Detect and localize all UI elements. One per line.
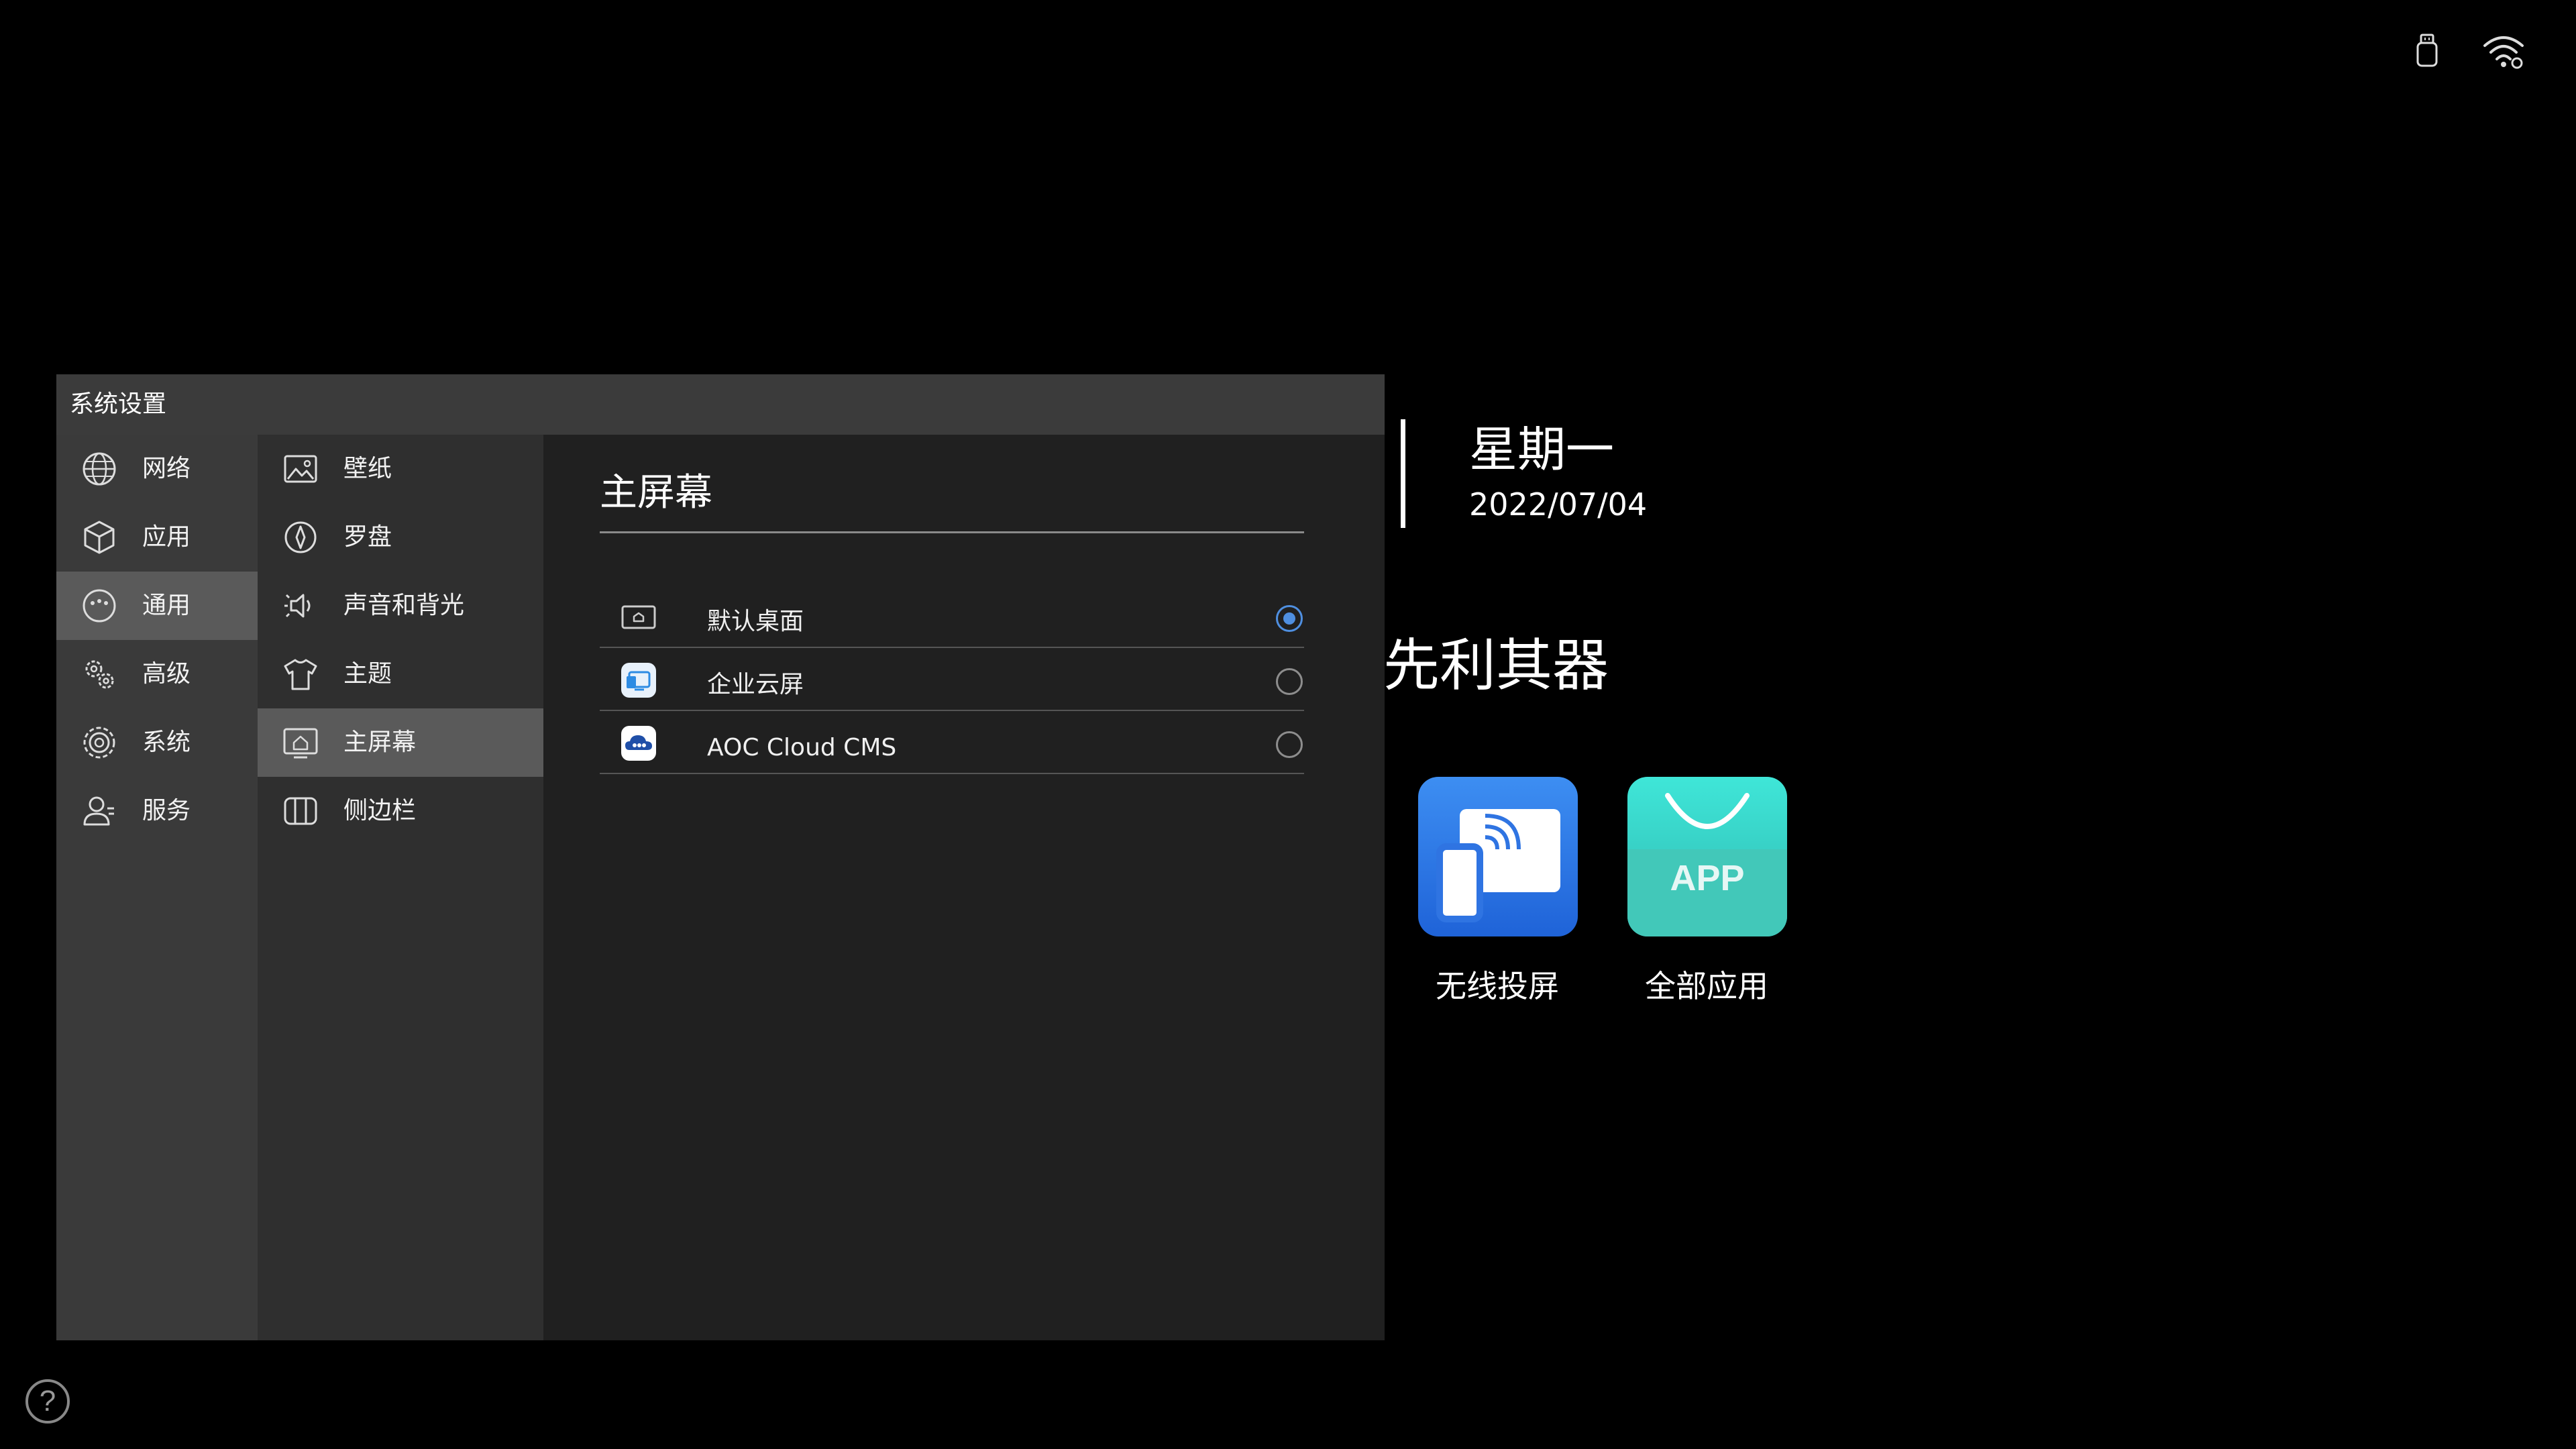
option-label: 企业云屏 (707, 671, 804, 698)
category-system[interactable]: 系统 (56, 708, 258, 777)
category-label: 网络 (142, 455, 191, 482)
category-list: 网络 应用 通用 高级 系统 服务 (56, 435, 258, 1340)
radio-aoc-cloud-cms[interactable] (1276, 731, 1303, 758)
user-icon (83, 796, 114, 826)
section-title: 主屏幕 (600, 471, 712, 515)
help-button[interactable]: ? (25, 1379, 70, 1424)
usb-icon (2415, 34, 2439, 71)
option-label: AOC Cloud CMS (707, 734, 897, 761)
app-store-icon (1627, 793, 1787, 936)
subcategory-home-screen[interactable]: 主屏幕 (258, 708, 543, 777)
category-service[interactable]: 服务 (56, 777, 258, 845)
category-label: 高级 (142, 660, 191, 688)
wifi-icon[interactable] (2482, 32, 2525, 72)
category-label: 应用 (142, 523, 191, 551)
section-divider (600, 531, 1304, 533)
option-enterprise-cloud-screen[interactable]: 企业云屏 (600, 648, 1304, 711)
weekday-text: 星期一 (1469, 421, 1615, 478)
category-advanced[interactable]: 高级 (56, 640, 258, 708)
wallpaper-icon (284, 455, 317, 483)
radio-enterprise-cloud-screen[interactable] (1276, 668, 1303, 695)
category-general[interactable]: 通用 (56, 572, 258, 640)
wireless-cast-app[interactable] (1418, 777, 1578, 936)
category-label: 通用 (142, 592, 191, 619)
option-aoc-cloud-cms[interactable]: AOC Cloud CMS (600, 711, 1304, 774)
home-screen-icon (283, 728, 318, 759)
subcategory-label: 主屏幕 (343, 729, 417, 756)
general-icon (83, 589, 116, 623)
slogan-text: 先利其器 (1383, 633, 1609, 698)
cloud-screen-icon (621, 663, 656, 698)
settings-content: 主屏幕 默认桌面 企业云屏 AOC Cloud CMS (543, 435, 1385, 1340)
subcategory-label: 罗盘 (343, 523, 392, 551)
subcategory-sound-backlight[interactable]: 声音和背光 (258, 572, 543, 640)
sidebar-icon (284, 797, 317, 825)
subcategory-label: 主题 (343, 660, 392, 688)
settings-title-bar: 系统设置 (56, 374, 1385, 435)
option-label: 默认桌面 (707, 608, 804, 635)
option-default-desktop[interactable]: 默认桌面 (600, 585, 1304, 648)
cube-icon (84, 521, 115, 554)
subcategory-wallpaper[interactable]: 壁纸 (258, 435, 543, 503)
all-apps-label: 全部应用 (1645, 968, 1768, 1004)
category-label: 服务 (142, 797, 191, 824)
sound-icon (284, 594, 311, 618)
compass-icon (284, 521, 317, 553)
subcategory-compass[interactable]: 罗盘 (258, 503, 543, 572)
gears-icon (85, 660, 114, 689)
subcategory-list: 壁纸 罗盘 声音和背光 主题 主屏幕 侧边栏 (258, 435, 543, 1340)
app-badge-text: APP (1670, 858, 1745, 898)
subcategory-label: 壁纸 (343, 455, 392, 482)
wireless-cast-label: 无线投屏 (1436, 968, 1559, 1004)
gear-icon (83, 727, 115, 759)
radio-default-desktop[interactable] (1276, 605, 1303, 632)
wireless-cast-icon (1436, 809, 1560, 922)
globe-icon (83, 452, 116, 486)
category-label: 系统 (142, 729, 191, 756)
help-icon: ? (39, 1385, 56, 1417)
settings-title: 系统设置 (70, 390, 167, 418)
aoc-cloud-icon (621, 726, 656, 761)
all-apps-app[interactable]: APP (1627, 777, 1787, 936)
category-apps[interactable]: 应用 (56, 503, 258, 572)
date-divider (1401, 419, 1405, 528)
date-text: 2022/07/04 (1469, 486, 1648, 523)
option-divider (600, 773, 1304, 774)
subcategory-label: 声音和背光 (343, 592, 465, 619)
desktop-icon (621, 605, 656, 629)
category-network[interactable]: 网络 (56, 435, 258, 503)
settings-panel: 系统设置 网络 应用 通用 高级 系统 服务 壁纸 罗盘 声音和背光 主题 主屏… (56, 374, 1385, 1340)
subcategory-label: 侧边栏 (343, 797, 417, 824)
subcategory-theme[interactable]: 主题 (258, 640, 543, 708)
shirt-icon (284, 659, 317, 690)
subcategory-sidebar[interactable]: 侧边栏 (258, 777, 543, 845)
